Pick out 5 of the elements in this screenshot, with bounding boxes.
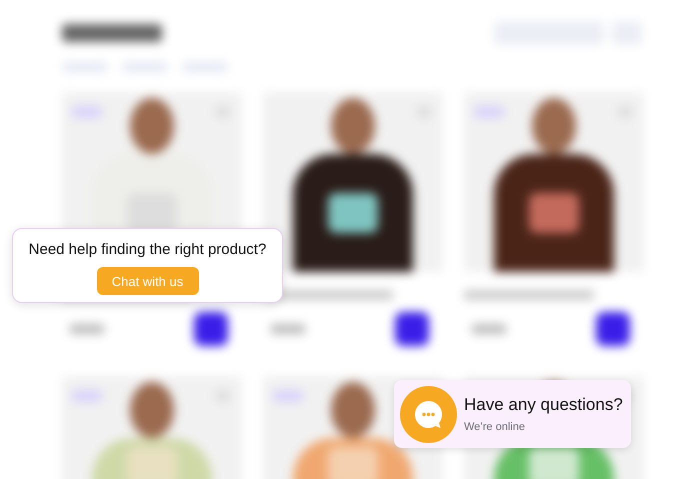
help-message: Need help finding the right product? <box>28 241 266 258</box>
chat-bubble-icon[interactable] <box>400 386 457 442</box>
online-status: We’re online <box>464 421 526 433</box>
chat-widget[interactable]: Have any questions? We’re online <box>394 380 631 448</box>
chat-title: Have any questions? <box>464 395 623 415</box>
